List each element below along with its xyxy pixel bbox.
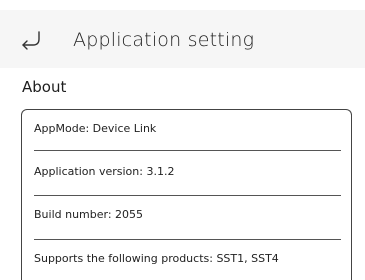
- row-divider: [34, 150, 341, 151]
- back-arrow-icon: [22, 31, 40, 50]
- about-section-title: About: [22, 78, 67, 96]
- about-card: AppMode: Device Link Application version…: [21, 109, 352, 280]
- app-header: Application setting: [0, 10, 365, 68]
- app-version-row: Application version: 3.1.2: [34, 165, 175, 178]
- app-mode-row: AppMode: Device Link: [34, 122, 157, 135]
- row-divider: [34, 239, 341, 240]
- supported-products-row: Supports the following products: SST1, S…: [34, 252, 279, 265]
- back-button[interactable]: [18, 27, 44, 53]
- row-divider: [34, 195, 341, 196]
- page-title: Application setting: [73, 29, 255, 51]
- application-setting-screen: Application setting About AppMode: Devic…: [0, 0, 365, 280]
- build-number-row: Build number: 2055: [34, 208, 144, 221]
